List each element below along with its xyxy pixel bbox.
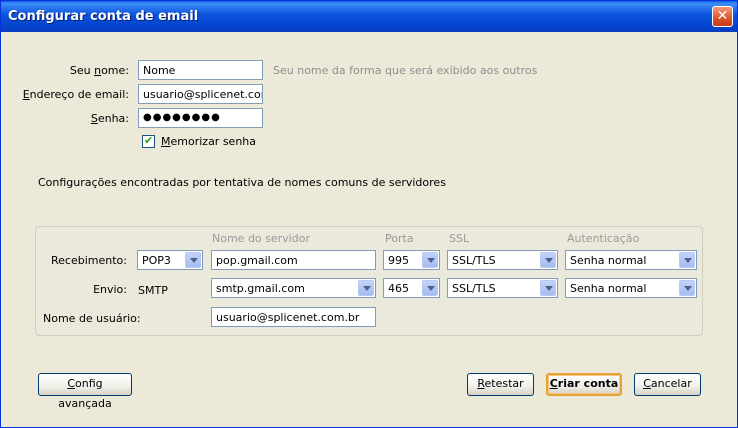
outgoing-server-value: smtp.gmail.com [216,282,305,295]
outgoing-port-value: 465 [388,282,409,295]
name-hint: Seu nome da forma que será exibido aos o… [273,64,538,77]
window-title: Configurar conta de email [8,9,199,24]
remember-password-label[interactable]: Memorizar senha [161,135,256,148]
chevron-down-icon[interactable] [540,252,556,268]
chevron-down-icon[interactable] [358,280,374,296]
email-input[interactable]: usuario@splicenet.com.b [138,84,263,104]
username-input[interactable]: usuario@splicenet.com.br [211,307,376,327]
incoming-port-select[interactable]: 995 [383,250,440,270]
retest-button[interactable]: Retestar [467,373,534,396]
outgoing-ssl-value: SSL/TLS [452,282,496,295]
password-input[interactable]: ●●●●●●●● [138,108,263,128]
outgoing-port-select[interactable]: 465 [383,278,440,298]
title-bar[interactable]: Configurar conta de email ✕ [1,1,737,32]
outgoing-auth-select[interactable]: Senha normal [565,278,697,298]
password-label: Senha: [90,112,129,125]
header-server-name: Nome do servidor [212,232,310,245]
create-account-button[interactable]: Criar conta [546,373,622,396]
chevron-down-icon[interactable] [540,280,556,296]
incoming-protocol-select[interactable]: POP3 [137,250,203,270]
outgoing-protocol: SMTP [138,284,168,297]
username-label: Nome de usuário: [43,312,141,325]
header-port: Porta [385,232,414,245]
incoming-protocol-value: POP3 [142,254,171,267]
checkmark-icon: ✔ [144,134,154,147]
name-input[interactable]: Nome [138,60,263,80]
chevron-down-icon[interactable] [422,252,438,268]
email-label: Endereço de email: [22,88,129,101]
chevron-down-icon[interactable] [185,252,201,268]
chevron-down-icon[interactable] [422,280,438,296]
outgoing-auth-value: Senha normal [570,282,647,295]
name-label: Seu nome: [69,64,129,77]
incoming-server-input[interactable]: pop.gmail.com [211,250,376,270]
account-setup-window: Configurar conta de email ✕ Seu nome: No… [0,0,738,428]
incoming-ssl-select[interactable]: SSL/TLS [447,250,558,270]
advanced-config-button[interactable]: Config avançada [38,373,132,410]
incoming-ssl-value: SSL/TLS [452,254,496,267]
status-message: Configurações encontradas por tentativa … [38,176,446,189]
chevron-down-icon[interactable] [679,280,695,296]
incoming-label: Recebimento: [51,254,127,267]
close-icon: ✕ [716,8,729,24]
chevron-down-icon[interactable] [679,252,695,268]
header-auth: Autenticação [567,232,640,245]
remember-password-checkbox[interactable]: ✔ [142,134,155,148]
incoming-auth-select[interactable]: Senha normal [565,250,697,270]
outgoing-ssl-select[interactable]: SSL/TLS [447,278,558,298]
incoming-port-value: 995 [388,254,409,267]
incoming-auth-value: Senha normal [570,254,647,267]
header-ssl: SSL [449,232,470,245]
close-button[interactable]: ✕ [712,6,733,27]
cancel-button[interactable]: Cancelar [634,373,701,396]
outgoing-label: Envio: [93,283,127,296]
outgoing-server-select[interactable]: smtp.gmail.com [211,278,376,298]
